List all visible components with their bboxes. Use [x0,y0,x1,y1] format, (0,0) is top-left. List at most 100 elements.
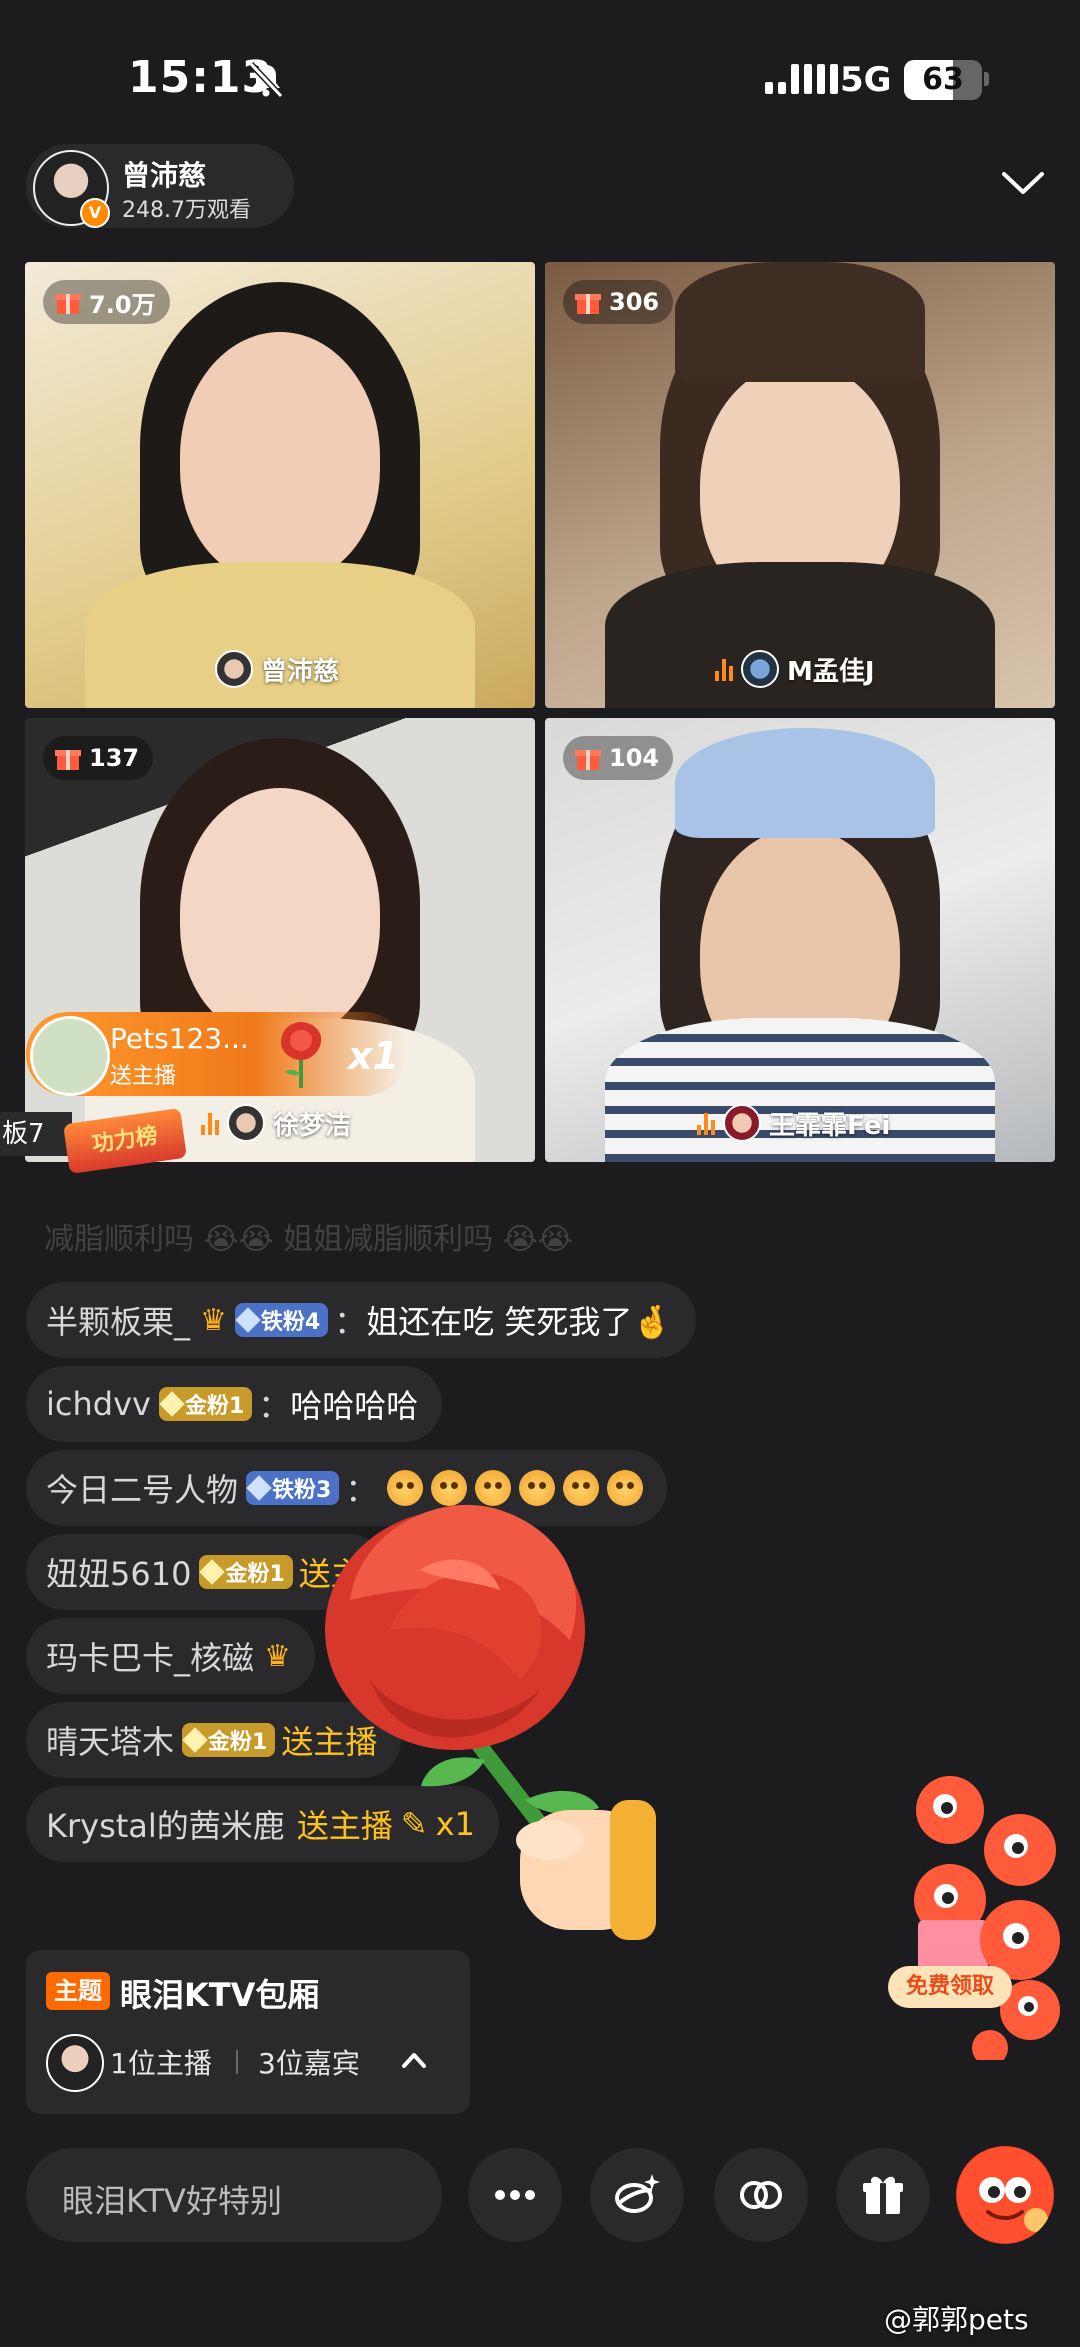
gem-icon [159,1391,185,1417]
fan-level: 金粉1 [225,1562,285,1587]
streamer-face [180,332,380,582]
gem-icon [235,1307,261,1333]
gift-count-badge: 306 [563,280,674,324]
gift-count: 306 [609,288,660,316]
streamer-cap [675,728,935,838]
gift-icon [55,294,81,314]
audio-bars-icon [715,657,733,681]
gift-icon [55,750,81,770]
chat-username[interactable]: Krystal的茜米鹿 [46,1801,285,1847]
gift-count-badge: 104 [563,736,674,780]
tile-name: 徐梦洁 [273,1110,352,1141]
free-claim-promo[interactable] [890,1770,1070,2060]
tile-name: 王霏霏Fei [769,1110,891,1141]
toast-username: Pets123... [110,1022,249,1055]
chat-username[interactable]: 玛卡巴卡_核磁 [46,1633,254,1679]
chat-message[interactable]: 半颗板栗_ ♛ 铁粉4 ： 姐还在吃 笑死我了🤞 [26,1282,697,1358]
effects-button[interactable] [590,2148,684,2242]
planet-sparkle-icon [615,2174,660,2213]
rose-icon [281,1022,322,1088]
gem-icon [182,1727,208,1753]
network-type: 5G [840,60,892,100]
chat-message[interactable]: 玛卡巴卡_核磁 ♛ [26,1618,315,1694]
topic-guest-count: 3位嘉宾 [258,2047,360,2080]
video-tile[interactable]: 7.0万 曾沛慈 [25,262,535,708]
chat-username[interactable]: 今日二号人物 [46,1465,238,1511]
crown-icon: ♛ [200,1302,227,1338]
chevron-up-icon[interactable] [400,2050,428,2070]
fan-badge: 金粉1 [199,1555,293,1589]
more-button[interactable] [468,2148,562,2242]
link-icon [740,2181,782,2209]
chat-username[interactable]: ichdvv [46,1385,151,1423]
topic-host-avatar [46,2034,104,2092]
tile-name-label: 王霏霏Fei [697,1104,890,1142]
topic-host-count: 1位主播 [110,2047,212,2080]
chevron-down-icon[interactable] [998,166,1048,200]
viewer-count: 248.7万观看 [122,198,251,223]
chat-message[interactable]: ichdvv 金粉1 ： 哈哈哈哈 [26,1366,443,1442]
gem-icon [199,1559,226,1585]
video-tile[interactable]: 306 M孟佳J [545,262,1055,708]
tile-name-label: 徐梦洁 [201,1104,351,1142]
gift-icon [575,294,601,314]
gift-count-badge: 137 [43,736,154,780]
battery-level: 63 [922,62,964,97]
gift-button[interactable] [836,2148,930,2242]
more-dots-icon [495,2190,535,2200]
streamer-hat [675,262,925,382]
watermark: @郭郭pets [884,2303,1029,2336]
fan-level: 铁粉4 [260,1310,321,1335]
tile-name: M孟佳J [787,656,875,687]
mini-avatar [215,650,253,688]
fan-level: 金粉1 [208,1730,268,1755]
signal-icon [765,64,838,94]
mini-avatar [227,1104,265,1142]
chat-text: 姐还在吃 笑死我了🤞 [366,1303,673,1341]
fan-badge: 金粉1 [158,1387,253,1421]
audio-bars-icon [201,1111,219,1135]
streamer-face [180,788,380,1038]
fan-level: 金粉1 [184,1394,245,1419]
gift-count: 137 [89,744,140,772]
gift-icon [863,2176,903,2214]
weibo-mascot-icon[interactable] [956,2146,1054,2244]
host-name: 曾沛慈 [122,159,207,192]
mini-avatar [741,650,779,688]
gift-count: 104 [609,744,660,772]
mini-avatar [723,1104,761,1142]
toast-avatar[interactable] [30,1016,110,1096]
audio-bars-icon [697,1111,715,1135]
divider [236,2050,238,2074]
chat-username[interactable]: 半颗板栗_ [46,1297,190,1343]
battery-nub [984,72,989,86]
battery-icon: 63 [904,60,982,100]
side-rank-label[interactable]: 板7 [0,1112,72,1156]
toast-count: x1 [348,1034,399,1078]
fan-badge: 铁粉4 [234,1303,329,1337]
fan-badge: 金粉1 [182,1723,276,1757]
toast-action: 送主播 [110,1064,177,1089]
crown-icon: ♛ [264,1638,291,1674]
gem-icon [246,1475,272,1501]
gift-count: 7.0万 [89,290,156,319]
chat-username[interactable]: 妞妞5610 [46,1549,191,1595]
video-tile[interactable]: 104 王霏霏Fei [545,718,1055,1162]
comment-placeholder: 眼泪KTV好特别 [62,2182,282,2220]
verified-badge: V [80,198,110,228]
chat-text: 哈哈哈哈 [290,1387,419,1425]
rose-gift-animation [325,1504,656,1940]
topic-title: 眼泪KTV包厢 [120,1976,320,2014]
tile-name: 曾沛慈 [261,656,340,687]
tile-name-label: M孟佳J [715,650,875,688]
faded-chat-message: 减脂顺利吗 😭😭 姐姐减脂顺利吗 😭😭 [44,1222,573,1257]
chat-username[interactable]: 晴天塔木 [46,1717,174,1763]
gift-count-badge: 7.0万 [43,280,170,324]
promo-label[interactable]: 免费领取 [888,1966,1012,2008]
topic-tag: 主题 [46,1972,110,2010]
tile-name-label: 曾沛慈 [215,650,339,688]
chat-colon: ： [258,1387,291,1425]
bell-muted-icon [248,61,284,99]
link-mic-button[interactable] [714,2148,808,2242]
gift-icon [575,750,601,770]
